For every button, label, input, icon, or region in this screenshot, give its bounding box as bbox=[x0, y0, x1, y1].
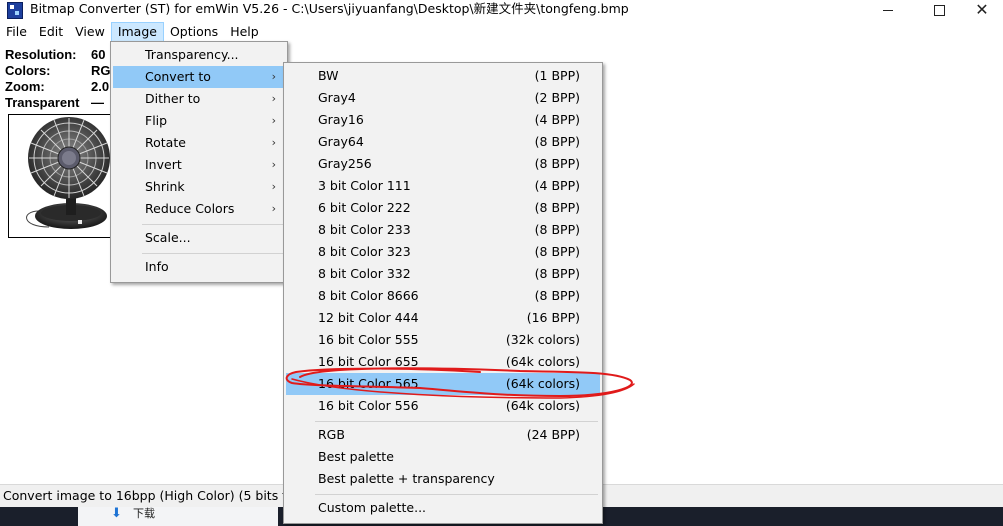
convert-rgb[interactable]: RGB (24 BPP) bbox=[286, 424, 600, 446]
convert-8bit-8666[interactable]: 8 bit Color 8666 (8 BPP) bbox=[286, 285, 600, 307]
image-info-panel: Resolution: 60 Colors: RG Zoom: 2.0 Transpa… bbox=[5, 47, 111, 111]
bitmap-preview bbox=[8, 114, 120, 238]
fan-image bbox=[26, 117, 110, 229]
convert-gray4[interactable]: Gray4 (2 BPP) bbox=[286, 87, 600, 109]
menu-separator bbox=[315, 494, 598, 495]
chevron-right-icon: › bbox=[271, 114, 276, 127]
menu-separator bbox=[142, 224, 283, 225]
info-colors: Colors: RG bbox=[5, 63, 111, 78]
menu-separator bbox=[315, 421, 598, 422]
status-text: Convert image to 16bpp (High Color) (5 b… bbox=[3, 488, 300, 503]
convert-8bit-332[interactable]: 8 bit Color 332 (8 BPP) bbox=[286, 263, 600, 285]
minimize-icon bbox=[883, 9, 893, 11]
convert-8bit-233[interactable]: 8 bit Color 233 (8 BPP) bbox=[286, 219, 600, 241]
convert-gray64[interactable]: Gray64 (8 BPP) bbox=[286, 131, 600, 153]
title-bar: Bitmap Converter (ST) for emWin V5.26 - … bbox=[0, 0, 1003, 22]
menu-separator bbox=[142, 253, 283, 254]
convert-8bit-323[interactable]: 8 bit Color 323 (8 BPP) bbox=[286, 241, 600, 263]
info-resolution: Resolution: 60 bbox=[5, 47, 106, 62]
convert-6bit-222[interactable]: 6 bit Color 222 (8 BPP) bbox=[286, 197, 600, 219]
menu-item-scale[interactable]: Scale... bbox=[113, 227, 285, 249]
menu-item-info[interactable]: Info bbox=[113, 256, 285, 278]
maximize-button[interactable] bbox=[917, 0, 961, 20]
convert-custom-palette[interactable]: Custom palette... bbox=[286, 497, 600, 519]
menu-item-invert[interactable]: Invert › bbox=[113, 154, 285, 176]
convert-bw[interactable]: BW (1 BPP) bbox=[286, 65, 600, 87]
chevron-right-icon: › bbox=[271, 158, 276, 171]
convert-16bit-655[interactable]: 16 bit Color 655 (64k colors) bbox=[286, 351, 600, 373]
chevron-right-icon: › bbox=[271, 136, 276, 149]
chevron-right-icon: › bbox=[271, 92, 276, 105]
convert-to-submenu: BW (1 BPP) Gray4 (2 BPP) Gray16 (4 BPP) Gra… bbox=[283, 62, 603, 524]
convert-16bit-565[interactable]: 16 bit Color 565 (64k colors) bbox=[286, 373, 600, 395]
menu-view[interactable]: View bbox=[69, 22, 111, 42]
chevron-right-icon: › bbox=[271, 180, 276, 193]
taskbar-label: 下载 bbox=[133, 507, 155, 520]
convert-16bit-556[interactable]: 16 bit Color 556 (64k colors) bbox=[286, 395, 600, 417]
menu-item-rotate[interactable]: Rotate › bbox=[113, 132, 285, 154]
menu-item-convert-to[interactable]: Convert to › bbox=[113, 66, 285, 88]
convert-gray16[interactable]: Gray16 (4 BPP) bbox=[286, 109, 600, 131]
menu-item-transparency[interactable]: Transparency... bbox=[113, 44, 285, 66]
image-menu: Transparency... Convert to › Dither to › F… bbox=[110, 41, 288, 283]
menu-image[interactable]: Image bbox=[110, 22, 164, 42]
menu-item-flip[interactable]: Flip › bbox=[113, 110, 285, 132]
window-title: Bitmap Converter (ST) for emWin V5.26 - … bbox=[30, 1, 629, 16]
app-icon bbox=[7, 2, 23, 19]
info-zoom: Zoom: 2.0 bbox=[5, 79, 110, 94]
menu-help[interactable]: Help bbox=[224, 22, 265, 42]
close-button[interactable]: ✕ bbox=[960, 0, 1003, 20]
convert-best-palette-transparency[interactable]: Best palette + transparency bbox=[286, 468, 600, 490]
menu-bar: File Edit View Image Options Help bbox=[0, 22, 1003, 42]
menu-edit[interactable]: Edit bbox=[33, 22, 69, 42]
menu-item-shrink[interactable]: Shrink › bbox=[113, 176, 285, 198]
taskbar-item[interactable] bbox=[78, 507, 278, 526]
download-arrow-icon: ⬇ bbox=[111, 506, 122, 521]
info-transparent: Transparent — bbox=[5, 95, 104, 110]
convert-best-palette[interactable]: Best palette bbox=[286, 446, 600, 468]
convert-gray256[interactable]: Gray256 (8 BPP) bbox=[286, 153, 600, 175]
menu-item-dither-to[interactable]: Dither to › bbox=[113, 88, 285, 110]
maximize-icon bbox=[933, 4, 945, 16]
menu-item-reduce-colors[interactable]: Reduce Colors › bbox=[113, 198, 285, 220]
chevron-right-icon: › bbox=[271, 202, 276, 215]
close-icon: ✕ bbox=[975, 0, 989, 19]
convert-3bit-111[interactable]: 3 bit Color 111 (4 BPP) bbox=[286, 175, 600, 197]
minimize-button[interactable] bbox=[866, 0, 910, 20]
convert-16bit-555[interactable]: 16 bit Color 555 (32k colors) bbox=[286, 329, 600, 351]
menu-options[interactable]: Options bbox=[164, 22, 224, 42]
menu-file[interactable]: File bbox=[0, 22, 33, 42]
chevron-right-icon: › bbox=[271, 70, 276, 83]
convert-12bit-444[interactable]: 12 bit Color 444 (16 BPP) bbox=[286, 307, 600, 329]
